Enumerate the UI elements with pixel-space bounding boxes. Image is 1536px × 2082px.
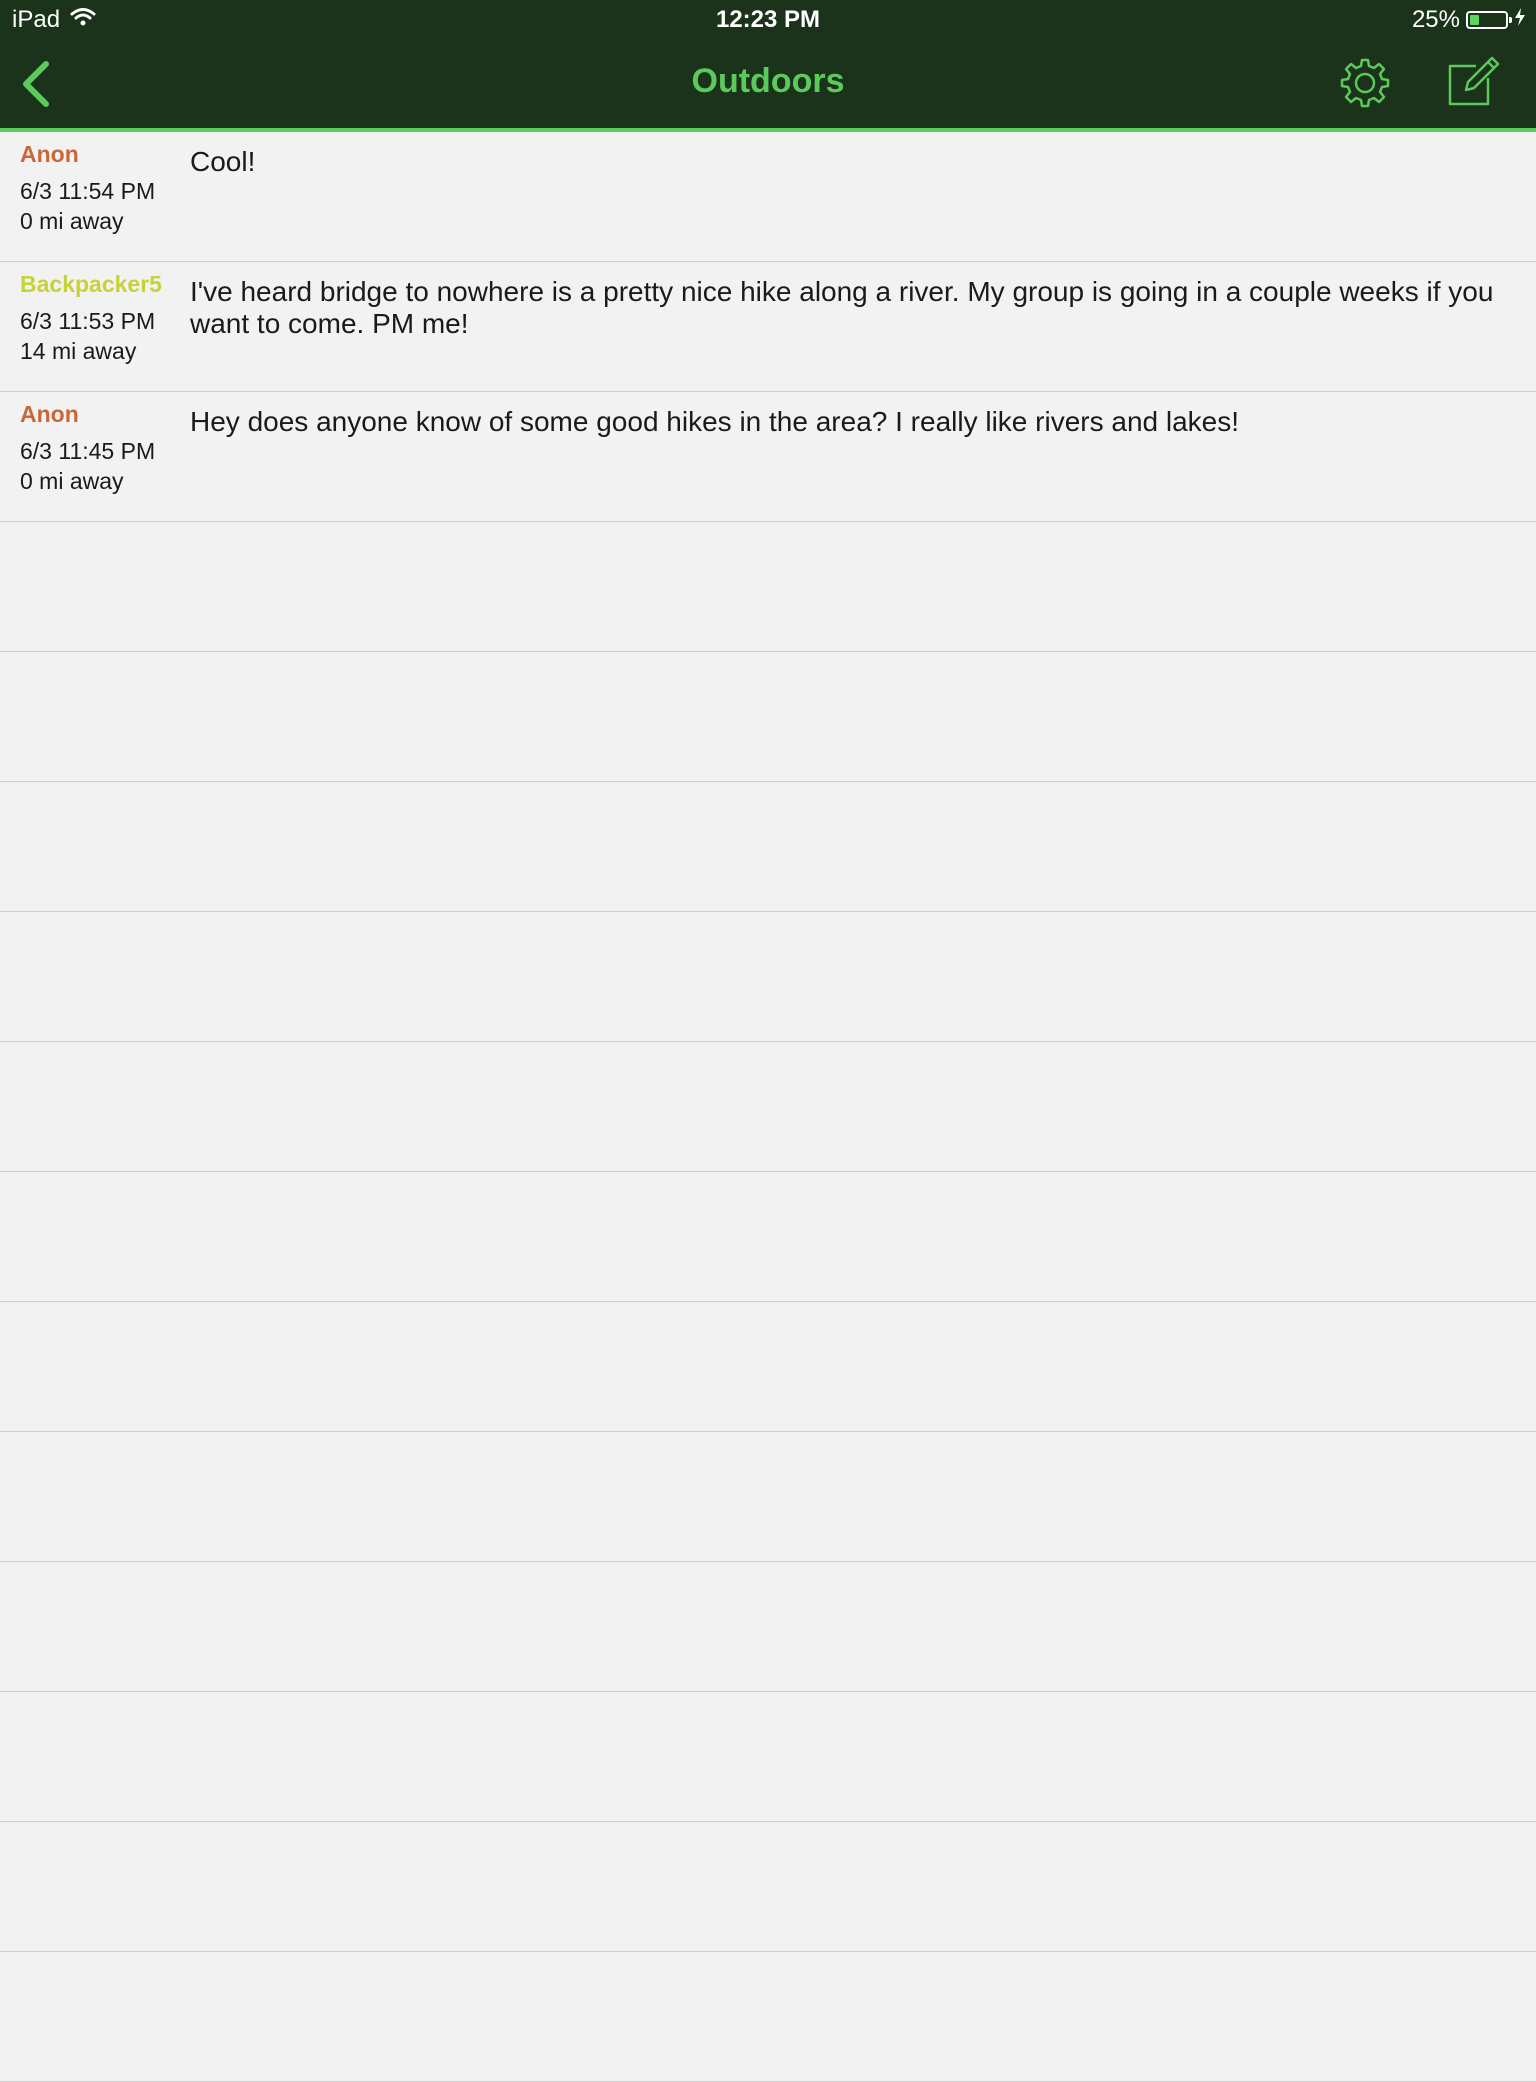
compose-icon xyxy=(1446,56,1502,114)
post-author[interactable]: Backpacker5 xyxy=(20,270,180,298)
battery-level xyxy=(1470,15,1479,25)
post-author[interactable]: Anon xyxy=(20,400,180,428)
post-author[interactable]: Anon xyxy=(20,140,180,168)
compose-button[interactable] xyxy=(1446,54,1502,110)
empty-row xyxy=(0,1692,1536,1822)
empty-row xyxy=(0,1822,1536,1952)
list-item[interactable]: Anon 6/3 11:45 PM 0 mi away Hey does any… xyxy=(0,392,1536,522)
post-meta: Anon 6/3 11:45 PM 0 mi away xyxy=(20,400,180,496)
post-time: 6/3 11:54 PM xyxy=(20,178,156,204)
message-list[interactable]: Anon 6/3 11:54 PM 0 mi away Cool! Backpa… xyxy=(0,132,1536,2082)
settings-button[interactable] xyxy=(1338,56,1392,110)
empty-row xyxy=(0,782,1536,912)
status-bar: iPad 12:23 PM 25% xyxy=(0,0,1536,40)
page-title: Outdoors xyxy=(691,62,845,100)
battery-cap xyxy=(1509,17,1512,23)
post-meta: Backpacker5 6/3 11:53 PM 14 mi away xyxy=(20,270,180,366)
list-item[interactable]: Anon 6/3 11:54 PM 0 mi away Cool! xyxy=(0,132,1536,262)
status-time: 12:23 PM xyxy=(715,6,821,33)
empty-row xyxy=(0,1042,1536,1172)
post-distance: 0 mi away xyxy=(20,468,124,494)
post-message: Cool! xyxy=(190,146,256,177)
battery-percent: 25% xyxy=(1411,6,1460,33)
post-message: Hey does anyone know of some good hikes … xyxy=(190,406,1240,437)
empty-row xyxy=(0,912,1536,1042)
empty-row xyxy=(0,522,1536,652)
post-distance: 14 mi away xyxy=(20,338,137,364)
empty-row xyxy=(0,652,1536,782)
nav-bar: Outdoors xyxy=(0,40,1536,128)
empty-row xyxy=(0,1302,1536,1432)
empty-row xyxy=(0,1562,1536,1692)
empty-row xyxy=(0,1432,1536,1562)
post-time: 6/3 11:53 PM xyxy=(20,308,156,334)
post-time: 6/3 11:45 PM xyxy=(20,438,156,464)
gear-icon xyxy=(1338,58,1392,114)
charging-icon xyxy=(1514,6,1526,34)
post-message: I've heard bridge to nowhere is a pretty… xyxy=(190,276,1494,339)
list-item[interactable]: Backpacker5 6/3 11:53 PM 14 mi away I've… xyxy=(0,262,1536,392)
post-distance: 0 mi away xyxy=(20,208,124,234)
post-meta: Anon 6/3 11:54 PM 0 mi away xyxy=(20,140,180,236)
battery-icon xyxy=(1466,11,1512,29)
status-right: 25% xyxy=(1412,6,1526,34)
header: iPad 12:23 PM 25% Outdoors xyxy=(0,0,1536,132)
empty-row xyxy=(0,1172,1536,1302)
empty-row xyxy=(0,1952,1536,2082)
